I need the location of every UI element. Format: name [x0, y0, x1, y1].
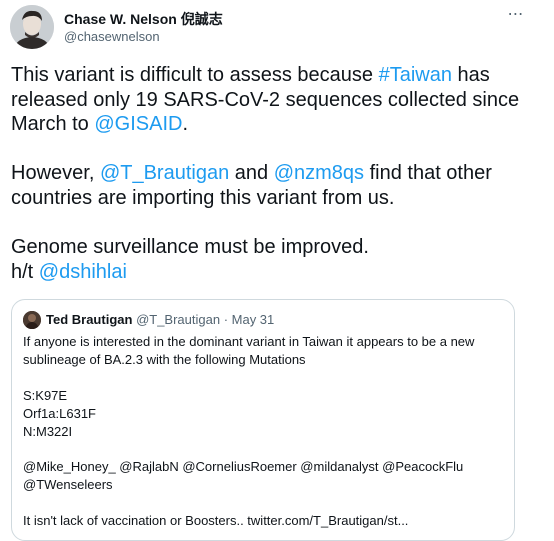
quoted-intro-text: If anyone is interested in the dominant … [23, 334, 475, 367]
tweet-text-segment: and [229, 162, 274, 185]
tweet-paragraph: Genome surveillance must be improved. h/t… [11, 235, 541, 284]
mention-link-dshihlai[interactable]: @dshihlai [39, 261, 127, 283]
author-handle[interactable]: @chasewnelson [64, 29, 160, 44]
author-name[interactable]: Chase W. Nelson 倪誠志 [64, 9, 223, 29]
quoted-tweet-header: Ted Brautigan @T_Brautigan · May 31 [46, 312, 274, 328]
tweet-text-segment: h/t [11, 260, 39, 283]
tweet-text-segment: This variant is difficult to assess beca… [11, 64, 379, 86]
quoted-mentions-text: @Mike_Honey_ @RajlabN @CorneliusRoemer @… [23, 459, 464, 493]
mention-link-t-brautigan[interactable]: @T_Brautigan [100, 162, 229, 184]
quoted-tweet-card[interactable]: Ted Brautigan @T_Brautigan · May 31 If a… [11, 299, 515, 541]
mention-link-nzm8qs[interactable]: @nzm8qs [274, 162, 364, 184]
mutation-item: N:M322I [23, 423, 73, 439]
tweet-text: This variant is difficult to assess beca… [11, 63, 541, 284]
quoted-author-name[interactable]: Ted Brautigan [46, 312, 132, 327]
quoted-author-meta: @T_Brautigan · May 31 [136, 312, 275, 327]
hashtag-link-taiwan[interactable]: #Taiwan [379, 64, 452, 86]
mutation-item: S:K97E [23, 387, 68, 403]
tweet-paragraph: However, @T_Brautigan and @nzm8qs find t… [11, 161, 541, 210]
mention-link-gisaid[interactable]: @GISAID [94, 113, 182, 135]
quoted-avatar-photo [23, 311, 41, 329]
more-options-icon[interactable]: ⋯ [503, 5, 529, 31]
tweet-text-segment: However, [11, 162, 100, 185]
avatar-photo [10, 5, 54, 49]
tweet-avatar[interactable] [10, 5, 54, 49]
tweet-paragraph: This variant is difficult to assess beca… [11, 63, 541, 137]
quoted-tweet-body: If anyone is interested in the dominant … [23, 333, 507, 530]
mutation-item: Orf1a:L631F [23, 405, 96, 421]
tweet-text-segment: . [182, 113, 189, 136]
quoted-author-avatar[interactable] [23, 311, 41, 329]
quoted-tail-text: It isn't lack of vaccination or Boosters… [23, 513, 409, 529]
tweet-text-line: Genome surveillance must be improved. [11, 236, 369, 259]
